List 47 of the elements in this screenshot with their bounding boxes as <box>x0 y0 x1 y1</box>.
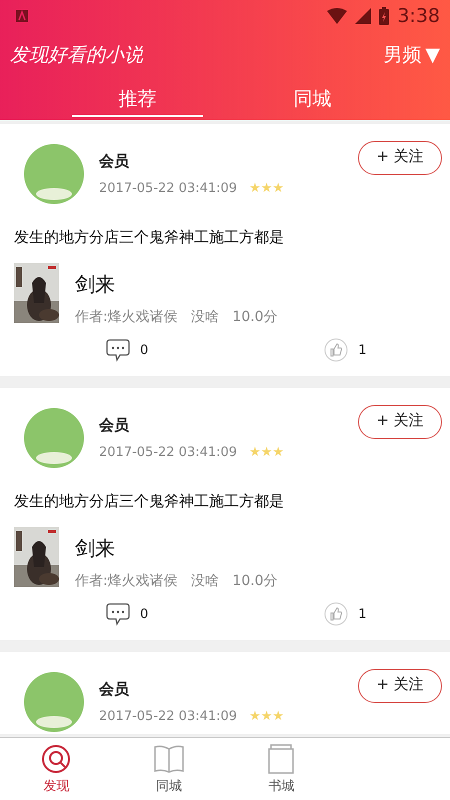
book-icon <box>152 744 185 774</box>
header-title: 发现好看的小说 <box>10 43 144 68</box>
comment-count: 0 <box>140 342 148 358</box>
book-stack-icon <box>268 744 294 774</box>
user-name: 会员 <box>99 152 130 171</box>
battery-icon <box>379 7 390 25</box>
follow-button[interactable]: + 关注 <box>358 141 442 175</box>
comment-icon[interactable] <box>106 338 130 362</box>
status-time: 3:38 <box>397 5 440 27</box>
star-icon: ★ <box>260 445 272 460</box>
post-text: 发生的地方分店三个鬼斧神工施工方都是 <box>13 491 285 511</box>
like-count: 1 <box>358 606 367 622</box>
user-name: 会员 <box>99 680 130 699</box>
tab[interactable]: 推荐 <box>50 78 225 120</box>
follow-button[interactable]: + 关注 <box>358 405 442 439</box>
star-icon: ★ <box>272 181 284 196</box>
book-info: 作者:烽火戏诸侯 没啥 10.0分 <box>75 572 278 590</box>
book-info: 作者:烽火戏诸侯 没啥 10.0分 <box>75 308 278 326</box>
avatar <box>22 406 86 470</box>
star-icon: ★ <box>249 181 261 196</box>
star-icon: ★ <box>260 709 272 724</box>
post-time: 2017-05-22 03:41:09 <box>99 445 238 460</box>
star-icon: ★ <box>272 709 284 724</box>
search-icon <box>41 744 72 774</box>
signal-icon <box>355 8 372 24</box>
avatar <box>22 142 86 206</box>
user-name: 会员 <box>99 416 130 435</box>
post-text: 发生的地方分店三个鬼斧神工施工方都是 <box>13 227 285 247</box>
tab[interactable]: 同城 <box>225 78 400 120</box>
post-time: 2017-05-22 03:41:09 <box>99 181 238 196</box>
star-icon: ★ <box>272 445 284 460</box>
nav-tab[interactable]: 发现 <box>21 744 92 794</box>
app-notification-icon <box>16 10 28 22</box>
avatar <box>22 670 86 734</box>
post-time: 2017-05-22 03:41:09 <box>99 709 238 724</box>
nav-tab[interactable]: 书城 <box>246 744 316 794</box>
comment-icon[interactable] <box>106 602 130 626</box>
book-title[interactable]: 剑来 <box>75 535 278 562</box>
like-count: 1 <box>358 342 367 358</box>
star-icon: ★ <box>260 181 272 196</box>
star-icon: ★ <box>249 445 261 460</box>
nav-tab[interactable]: 同城 <box>134 744 204 794</box>
book-title[interactable]: 剑来 <box>75 271 278 298</box>
follow-button[interactable]: + 关注 <box>358 669 442 703</box>
wifi-icon <box>327 8 348 24</box>
star-icon: ★ <box>249 709 261 724</box>
comment-count: 0 <box>140 606 148 622</box>
